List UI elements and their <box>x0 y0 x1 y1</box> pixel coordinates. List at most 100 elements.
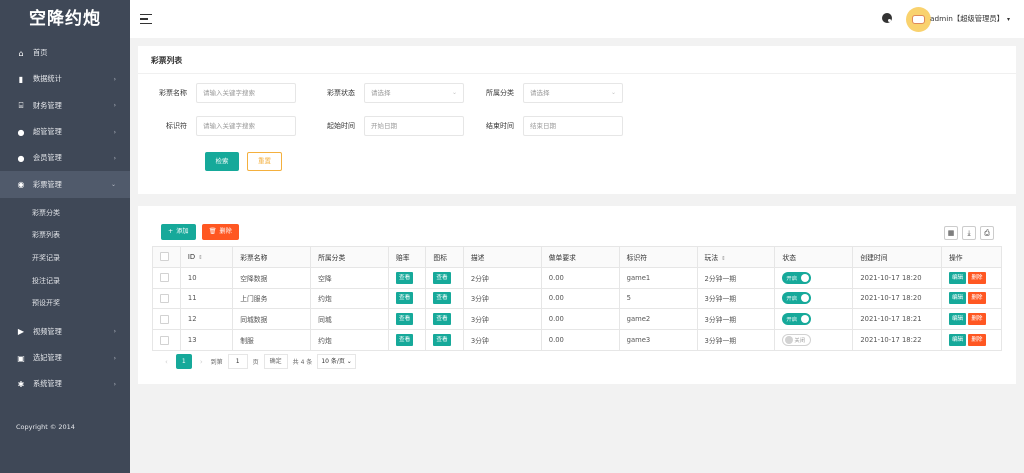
column-header[interactable]: 玩法 ⇕ <box>696 246 776 268</box>
sidebar-item-bar-chart[interactable]: ▮ 数据统计 › <box>0 66 130 92</box>
row-checkbox[interactable] <box>160 314 169 324</box>
sidebar-item-user[interactable]: ● 超管管理 › <box>0 119 130 145</box>
prev-page-icon[interactable]: ‹ <box>162 358 171 366</box>
sidebar-entry: ● 超管管理 › <box>0 119 130 145</box>
code-input[interactable]: 请输入关键字搜索 <box>196 116 296 136</box>
view-icon-button[interactable]: 查看 <box>433 334 451 347</box>
caret-down-icon: ▾ <box>1006 16 1010 23</box>
requirement-cell: 0.00 <box>540 329 620 351</box>
status-toggle[interactable]: 关闭 <box>782 334 812 347</box>
sidebar-item-gamepad[interactable]: ◉ 彩票管理 ⌄ <box>0 171 130 198</box>
id-cell: 11 <box>179 287 234 310</box>
select-cell <box>152 266 181 289</box>
status-toggle[interactable]: 开启 <box>782 271 812 284</box>
columns-icon[interactable]: ▦ <box>944 226 958 240</box>
view-odds-button[interactable]: 查看 <box>395 313 414 326</box>
user-menu[interactable]: admin【超级管理员】 ▾ <box>930 14 1010 24</box>
top-header: admin【超级管理员】 ▾ <box>130 0 1024 38</box>
sidebar-subitem[interactable]: 预设开奖 <box>0 292 130 315</box>
table-header-row: ID ⇕ 彩票名称 所属分类 赔率 图标 描述 做单要求 标识符 玩法 ⇕ 状态 创建时间 操作 <box>152 246 1003 268</box>
column-header-label: 彩票名称 <box>240 253 268 262</box>
sidebar-item-video[interactable]: ▶ 视频管理 › <box>0 319 130 345</box>
status-label: 彩票状态 <box>327 89 355 97</box>
column-header[interactable]: ID ⇕ <box>179 246 234 268</box>
desc-cell: 3分钟 <box>462 329 542 351</box>
name-label: 彩票名称 <box>159 89 187 97</box>
reset-button[interactable]: 重置 <box>247 152 282 171</box>
view-odds-button[interactable]: 查看 <box>395 292 414 305</box>
select-all-checkbox[interactable] <box>160 252 169 262</box>
chevron-right-icon: › <box>113 328 116 336</box>
sidebar-item-bank[interactable]: ⌸ 财务管理 › <box>0 93 130 119</box>
start-date-input[interactable]: 开始日期 <box>364 116 464 136</box>
sidebar-subitem[interactable]: 开奖记录 <box>0 247 130 270</box>
form-row-code: 标识符 请输入关键字搜索 <box>138 116 296 136</box>
column-header-label: 状态 <box>782 253 797 262</box>
id-cell: 13 <box>179 329 234 351</box>
delete-row-button[interactable]: 删除 <box>968 313 986 326</box>
edit-button[interactable]: 编辑 <box>948 292 967 305</box>
category-placeholder: 请选择 <box>530 89 550 97</box>
cell-code: game3 <box>626 336 651 345</box>
edit-button[interactable]: 编辑 <box>948 313 967 326</box>
column-header: 标识符 <box>618 246 698 268</box>
export-icon[interactable]: ⤓ <box>962 226 976 240</box>
column-header: 图标 <box>425 246 464 268</box>
edit-button[interactable]: 编辑 <box>948 334 967 347</box>
sidebar-subitem[interactable]: 彩票列表 <box>0 224 130 247</box>
delete-row-button[interactable]: 删除 <box>968 271 986 284</box>
sidebar-item-users[interactable]: ● 会员管理 › <box>0 145 130 171</box>
print-icon[interactable]: ⎙ <box>980 226 994 240</box>
row-checkbox[interactable] <box>160 293 169 303</box>
delete-row-button[interactable]: 删除 <box>968 334 986 347</box>
status-select[interactable]: 请选择 ⌄ <box>364 83 464 103</box>
sidebar-item-select[interactable]: ▣ 选妃管理 › <box>0 345 130 371</box>
category-select[interactable]: 请选择 ⌄ <box>523 83 623 103</box>
add-button[interactable]: + 添加 <box>161 224 196 240</box>
page-size-select[interactable]: 10 条/页 ⌄ <box>317 354 356 369</box>
view-odds-button[interactable]: 查看 <box>395 271 414 284</box>
row-checkbox[interactable] <box>160 335 169 345</box>
sidebar-subitem[interactable]: 投注记录 <box>0 270 130 293</box>
delete-button-label: 删除 <box>219 228 232 235</box>
search-button[interactable]: 检索 <box>205 152 239 171</box>
sidebar-item-home[interactable]: ⌂ 首页 <box>0 40 130 66</box>
delete-row-button[interactable]: 删除 <box>968 292 986 305</box>
status-toggle[interactable]: 开启 <box>782 313 812 326</box>
sort-icon[interactable]: ⇕ <box>198 255 203 261</box>
chevron-right-icon: › <box>113 354 116 362</box>
sidebar-item-gear[interactable]: ✱ 系统管理 › <box>0 371 130 397</box>
view-icon-button[interactable]: 查看 <box>433 313 451 326</box>
name-input[interactable]: 请输入关键字搜索 <box>196 83 296 103</box>
view-icon-button[interactable]: 查看 <box>433 271 451 284</box>
goto-page-input[interactable]: 1 <box>227 354 248 369</box>
category-cell: 同城 <box>310 308 389 331</box>
sort-icon[interactable]: ⇕ <box>721 256 726 262</box>
sidebar-subitem[interactable]: 彩票分类 <box>0 202 130 225</box>
view-icon-button[interactable]: 查看 <box>433 292 451 305</box>
next-page-icon[interactable]: › <box>197 358 206 366</box>
delete-button[interactable]: 🗑 删除 <box>201 224 239 240</box>
goto-confirm-button[interactable]: 确定 <box>263 354 288 369</box>
start-label: 起始时间 <box>327 122 355 130</box>
palette-icon[interactable] <box>882 13 892 23</box>
avatar[interactable] <box>906 7 931 32</box>
page-1-button[interactable]: 1 <box>175 354 192 369</box>
edit-button[interactable]: 编辑 <box>948 271 967 284</box>
icon-cell: 查看 <box>425 287 464 310</box>
view-odds-button[interactable]: 查看 <box>395 334 414 347</box>
cell-code: 5 <box>626 294 631 303</box>
created-cell: 2021-10-17 18:22 <box>852 329 942 351</box>
menu-toggle-icon[interactable] <box>140 14 152 24</box>
name-cell: 上门服务 <box>232 287 312 310</box>
row-checkbox[interactable] <box>160 273 169 283</box>
chevron-down-icon: ⌄ <box>610 89 616 96</box>
form-row-name: 彩票名称 请输入关键字搜索 <box>138 83 296 103</box>
odds-cell: 查看 <box>387 266 427 289</box>
status-cell: 关闭 <box>774 329 854 351</box>
desc-cell: 3分钟 <box>462 308 542 331</box>
status-toggle[interactable]: 开启 <box>782 292 812 305</box>
plus-icon: + <box>168 228 174 235</box>
column-header: 操作 <box>940 246 1003 268</box>
end-date-input[interactable]: 结束日期 <box>523 116 623 136</box>
